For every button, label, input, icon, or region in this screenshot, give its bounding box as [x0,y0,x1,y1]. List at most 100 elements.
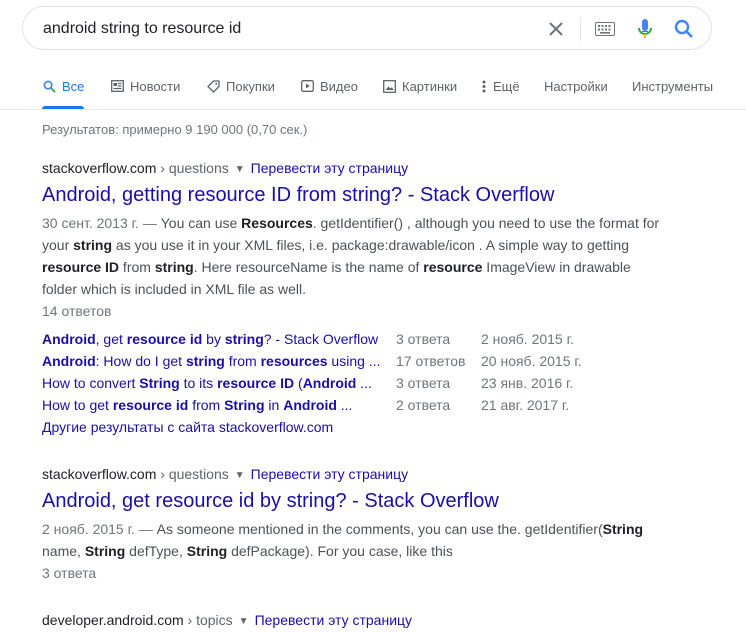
tab-all[interactable]: Все [42,64,85,109]
search-box[interactable]: android string to resource id [22,6,712,50]
sitelink-bold: string [224,331,264,347]
tab-label: Покупки [226,78,275,94]
result-date: 2 нояб. 2015 г. — [42,521,153,537]
sitelink[interactable]: Android, get resource id by string? - St… [42,328,382,350]
result-breadcrumb: › topics [187,612,233,628]
snippet-text: from [119,259,155,275]
sitelink-text: ( [294,375,303,391]
sitelink[interactable]: How to get resource id from String in An… [42,394,382,416]
search-result: stackoverflow.com › questions ▼ Перевести … [42,158,662,438]
tag-icon [206,79,220,93]
sitelink-text: ... [356,375,372,391]
result-title[interactable]: Android, get resource id by string? - St… [42,488,662,514]
sitelink-bold: Android [302,375,357,391]
sitelink-text: How to convert [42,375,140,391]
snippet-bold: resource ID [42,259,120,275]
sitelink-row: How to convert String to its resource ID… [42,372,662,394]
sitelink-answer-count: 3 ответа [396,331,451,347]
result-snippet: 2 нояб. 2015 г. — As someone mentioned i… [42,518,662,562]
result-cite: developer.android.com › topics ▼ Перевести… [42,610,662,630]
dropdown-arrow-icon[interactable]: ▼ [235,164,245,175]
snippet-bold: String [84,543,126,559]
sitelink-date: 20 нояб. 2015 г. [481,353,582,369]
sitelink-row: Android, get resource id by string? - St… [42,328,662,350]
sitelink[interactable]: Android: How do I get string from resour… [42,350,382,372]
image-icon [382,79,396,93]
sitelink-date: 2 нояб. 2015 г. [481,331,574,347]
search-tabs: Все Новости Покупки Видео Картинки Ещё Н… [0,64,746,110]
result-domain[interactable]: developer.android.com [42,612,184,628]
sitelink-text: in [264,397,284,413]
result-cite: stackoverflow.com › questions ▼ Перевести … [42,158,662,178]
search-icon[interactable] [670,15,698,43]
tab-settings[interactable]: Настройки [544,64,608,108]
sitelink-row: How to get resource id from String in An… [42,394,662,416]
play-icon [300,79,314,93]
dropdown-arrow-icon[interactable]: ▼ [239,616,249,627]
sitelink-text: using ... [327,353,381,369]
tab-label: Все [62,78,85,94]
answer-count: 3 ответа [42,565,97,581]
search-result: developer.android.com › topics ▼ Перевести… [42,610,662,630]
sitelink[interactable]: How to convert String to its resource ID… [42,372,382,394]
tab-label: Новости [130,78,181,94]
snippet-text: . Here resourceName is the name of [193,259,424,275]
sitelink-text: from [224,353,261,369]
result-title[interactable]: Android, getting resource ID from string… [42,182,662,208]
answer-count: 14 ответов [42,303,112,319]
sitelink-text: , get [95,331,127,347]
tab-tools[interactable]: Инструменты [632,64,713,108]
sitelink-text: How to get [42,397,113,413]
search-result: stackoverflow.com › questions ▼ Перевести … [42,464,662,584]
sitelink-text: ... [336,397,353,413]
tab-label: Ещё [493,78,520,94]
translate-link[interactable]: Перевести эту страницу [251,466,408,482]
sitelink-answer-count: 3 ответа [396,375,451,391]
translate-link[interactable]: Перевести эту страницу [255,612,412,628]
sitelink-answer-count: 2 ответа [396,397,451,413]
snippet-text: defPackage). For you case, like this [227,543,453,559]
sitelinks: Android, get resource id by string? - St… [42,328,662,416]
sitelink-bold: String [224,397,265,413]
tab-images[interactable]: Картинки [382,64,457,108]
snippet-bold: string [154,259,194,275]
search-icon [42,79,56,93]
tab-video[interactable]: Видео [300,64,358,108]
tab-label: Инструменты [632,78,714,94]
clear-icon[interactable] [542,15,570,43]
sitelink-text: from [188,397,225,413]
sitelink-bold: Android [283,397,337,413]
result-breadcrumb: › questions [160,160,229,176]
translate-link[interactable]: Перевести эту страницу [251,160,408,176]
search-input[interactable]: android string to resource id [43,20,241,38]
keyboard-icon[interactable] [591,15,619,43]
result-date: 30 сент. 2013 г. — [42,215,157,231]
sitelink-bold: resource ID [217,375,295,391]
snippet-text: defType, [125,543,187,559]
tab-news[interactable]: Новости [110,64,180,108]
result-domain[interactable]: stackoverflow.com [42,160,156,176]
snippet-bold: String [602,521,644,537]
tab-label: Настройки [544,78,608,94]
snippet-bold: Resources [241,215,313,231]
microphone-icon[interactable] [631,15,659,43]
dropdown-arrow-icon[interactable]: ▼ [235,470,245,481]
sitelink-bold: Android [42,331,96,347]
snippet-bold: string [73,237,113,253]
sitelink-text: by [202,331,225,347]
sitelink-bold: Android [42,353,96,369]
snippet-text: as you use it in your XML files, i.e. pa… [112,237,629,253]
snippet-bold: resource [423,259,483,275]
tab-more[interactable]: Ещё [481,64,520,108]
tab-shopping[interactable]: Покупки [206,64,275,108]
result-domain[interactable]: stackoverflow.com [42,466,156,482]
snippet-text: As someone mentioned in the comments, yo… [152,521,603,537]
result-cite: stackoverflow.com › questions ▼ Перевести … [42,464,662,484]
snippet-bold: String [186,543,228,559]
more-results-link[interactable]: Другие результаты с сайта stackoverflow.… [42,416,662,438]
sitelink-bold: String [139,375,180,391]
sitelink-text: ? - Stack Overflow [263,331,379,347]
result-snippet: 30 сент. 2013 г. — You can use Resources… [42,212,662,300]
result-stats: Результатов: примерно 9 190 000 (0,70 се… [42,122,308,137]
news-icon [110,79,124,93]
